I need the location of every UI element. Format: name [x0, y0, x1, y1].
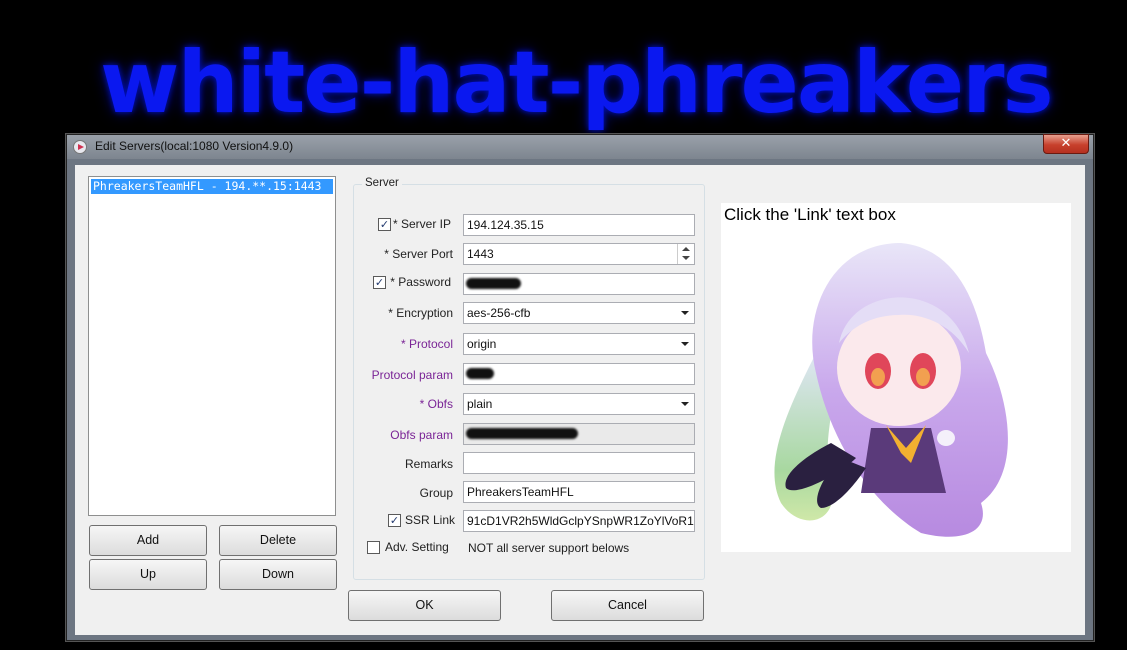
- obfs-label: * Obfs: [419, 397, 453, 411]
- password-label: * Password: [390, 275, 451, 289]
- checkmark-icon: ✓: [389, 514, 400, 527]
- server-port-spinner[interactable]: 1443: [463, 243, 695, 265]
- protocol-select[interactable]: origin: [463, 333, 695, 355]
- ssr-link-label: SSR Link: [405, 513, 456, 527]
- banner-title: white-hat-phreakers: [100, 33, 1054, 133]
- adv-note: NOT all server support belows: [468, 541, 630, 555]
- adv-setting-label: Adv. Setting: [385, 540, 449, 554]
- adv-setting-checkbox[interactable]: [367, 541, 380, 554]
- encryption-select[interactable]: aes-256-cfb: [463, 302, 695, 324]
- server-list-item[interactable]: PhreakersTeamHFL - 194.**.15:1443: [91, 179, 333, 194]
- server-list[interactable]: PhreakersTeamHFL - 194.**.15:1443: [88, 176, 336, 516]
- obfs-param-label: Obfs param: [390, 428, 453, 442]
- add-button[interactable]: Add: [89, 525, 207, 556]
- protocol-value: origin: [467, 337, 497, 351]
- window-title: Edit Servers(local:1080 Version4.9.0): [95, 139, 294, 153]
- redacted-mark: [466, 428, 578, 439]
- spin-down-icon[interactable]: [682, 256, 690, 260]
- protocol-param-input[interactable]: [463, 363, 695, 385]
- server-port-label: * Server Port: [384, 247, 453, 261]
- protocol-param-label: Protocol param: [371, 368, 453, 382]
- down-button[interactable]: Down: [219, 559, 337, 590]
- redacted-mark: [466, 278, 521, 289]
- password-input[interactable]: [463, 273, 695, 295]
- checkmark-icon: ✓: [374, 276, 385, 289]
- obfs-value: plain: [467, 397, 493, 411]
- ssr-link-input[interactable]: 91cD1VR2h5WldGclpYSnpWR1ZoYlVoR1RB: [463, 510, 695, 532]
- encryption-value: aes-256-cfb: [467, 306, 531, 320]
- ok-button[interactable]: OK: [348, 590, 501, 621]
- protocol-label: * Protocol: [400, 337, 453, 351]
- title-bar[interactable]: Edit Servers(local:1080 Version4.9.0): [67, 135, 1093, 159]
- dialog-client-area: PhreakersTeamHFL - 194.**.15:1443 Add De…: [75, 165, 1085, 635]
- encryption-label: * Encryption: [388, 306, 453, 320]
- delete-button[interactable]: Delete: [219, 525, 337, 556]
- dropdown-arrow-icon: [681, 342, 689, 346]
- app-icon: [73, 140, 87, 154]
- ssr-link-checkbox[interactable]: ✓: [388, 514, 401, 527]
- dropdown-arrow-icon: [681, 311, 689, 315]
- anime-character-illustration: [774, 243, 1008, 537]
- spin-up-icon[interactable]: [682, 247, 690, 251]
- obfs-select[interactable]: plain: [463, 393, 695, 415]
- server-ip-label: * Server IP: [393, 217, 452, 231]
- cancel-button[interactable]: Cancel: [551, 590, 704, 621]
- server-ip-checkbox[interactable]: ✓: [378, 218, 391, 231]
- remarks-label: Remarks: [404, 457, 453, 471]
- group-label: Group: [419, 486, 453, 500]
- redacted-mark: [466, 368, 494, 379]
- up-button[interactable]: Up: [89, 559, 207, 590]
- dropdown-arrow-icon: [681, 402, 689, 406]
- edit-servers-window: Edit Servers(local:1080 Version4.9.0) ✕ …: [66, 134, 1094, 641]
- server-group-title: Server: [362, 177, 402, 189]
- remarks-input[interactable]: [463, 452, 695, 474]
- server-ip-input[interactable]: 194.124.35.15: [463, 214, 695, 236]
- preview-panel: Click the 'Link' text box: [721, 203, 1071, 552]
- group-input[interactable]: PhreakersTeamHFL: [463, 481, 695, 503]
- password-checkbox[interactable]: ✓: [373, 276, 386, 289]
- obfs-param-input[interactable]: [463, 423, 695, 445]
- close-button[interactable]: ✕: [1043, 134, 1089, 154]
- checkmark-icon: ✓: [379, 218, 390, 231]
- server-port-value: 1443: [467, 247, 494, 261]
- spin-buttons[interactable]: [677, 244, 694, 264]
